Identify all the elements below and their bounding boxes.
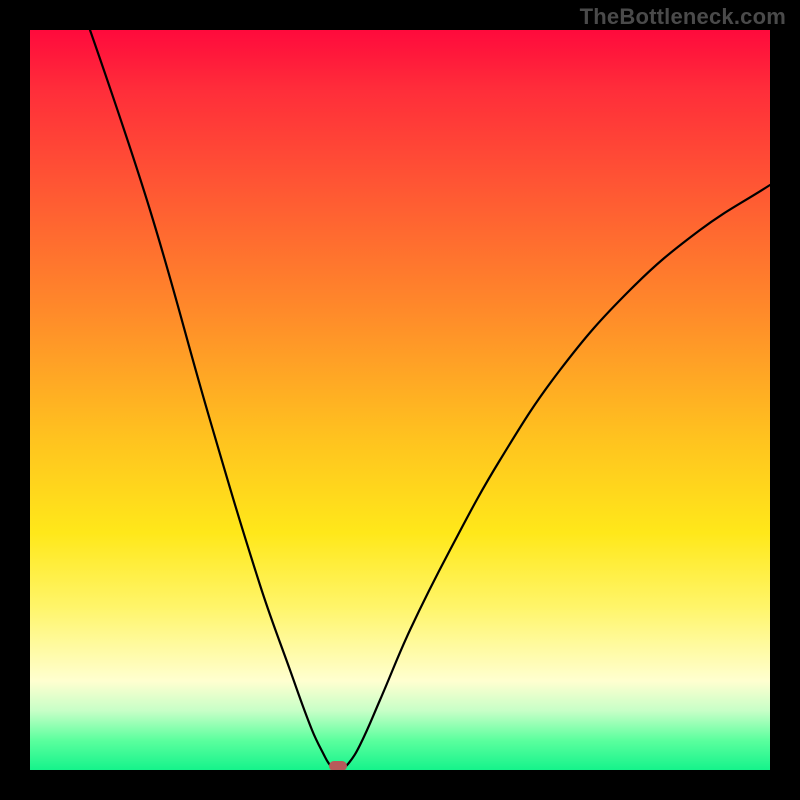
plot-area bbox=[30, 30, 770, 770]
curve-svg bbox=[30, 30, 770, 770]
watermark-text: TheBottleneck.com bbox=[580, 4, 786, 30]
bottleneck-curve bbox=[90, 30, 770, 769]
chart-container: TheBottleneck.com bbox=[0, 0, 800, 800]
minimum-marker bbox=[329, 761, 347, 770]
